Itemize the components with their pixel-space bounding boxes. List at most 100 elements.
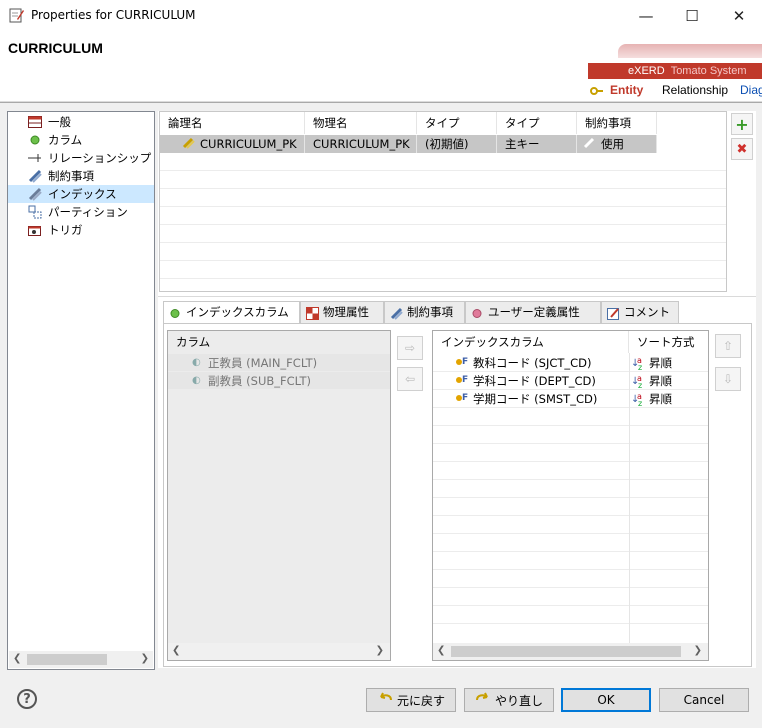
close-button[interactable]: ✕	[716, 0, 762, 32]
cell-type[interactable]: (初期値)	[417, 135, 497, 153]
column-name: 副教員 (SUB_FCLT)	[208, 374, 311, 388]
window-title: Properties for CURRICULUM	[31, 8, 196, 22]
table-row[interactable]: CURRICULUM_PK CURRICULUM_PK (初期値) 主キー 使用	[160, 135, 657, 153]
tree-item-columns[interactable]: カラム	[8, 131, 154, 149]
empty-row	[433, 534, 708, 552]
tab-user-defined-attributes[interactable]: ユーザー定義属性	[465, 301, 601, 323]
index-column-name: 教科コード (SJCT_CD)	[473, 356, 592, 370]
tree-item-index[interactable]: インデックス	[8, 185, 154, 203]
ok-button[interactable]: OK	[561, 688, 651, 712]
tree-item-constraints[interactable]: 制約事項	[8, 167, 154, 185]
list-item[interactable]: ◐ 副教員 (SUB_FCLT)	[168, 372, 390, 390]
header-index-column[interactable]: インデックスカラム	[433, 331, 629, 353]
tree-item-general[interactable]: 一般	[8, 113, 154, 131]
tree-item-trigger[interactable]: トリガ	[8, 221, 154, 239]
scroll-thumb[interactable]	[451, 646, 681, 657]
empty-row	[433, 588, 708, 606]
columns-horizontal-scrollbar[interactable]: ❮ ❯	[168, 643, 390, 660]
svg-text:F: F	[462, 357, 468, 367]
minimize-button[interactable]: —	[623, 0, 669, 32]
tree-item-label: トリガ	[48, 223, 83, 237]
index-column-name: 学科コード (DEPT_CD)	[473, 374, 596, 388]
empty-row	[168, 426, 390, 444]
empty-row	[433, 480, 708, 498]
move-down-button[interactable]: ⇩	[715, 367, 741, 391]
brand-name: eXERD	[628, 65, 665, 77]
scroll-right-icon[interactable]: ❯	[141, 653, 149, 664]
empty-row	[168, 606, 390, 624]
scroll-left-icon[interactable]: ❮	[437, 645, 445, 656]
scroll-thumb[interactable]	[27, 654, 107, 665]
exerd-banner: eXERD Tomato System Entity Relationship D…	[588, 44, 762, 102]
tab-index-columns[interactable]: インデックスカラム	[163, 301, 300, 324]
tree-item-relationship[interactable]: リレーションシップ	[8, 149, 154, 167]
scroll-right-icon[interactable]: ❯	[694, 645, 702, 656]
tab-constraints[interactable]: 制約事項	[384, 301, 465, 323]
move-up-button[interactable]: ⇧	[715, 334, 741, 358]
title-bar: Properties for CURRICULUM — ☐ ✕	[0, 0, 762, 32]
empty-row	[433, 606, 708, 624]
index-icon	[28, 187, 42, 201]
table-row[interactable]: F 教科コード (SJCT_CD) ↓ a z 昇順	[433, 354, 708, 372]
banner-tab-relationship[interactable]: Relationship	[662, 83, 728, 97]
header-constraint[interactable]: 制約事項	[577, 112, 657, 134]
column-key-icon: ◐	[192, 354, 204, 372]
table-row[interactable]: F 学期コード (SMST_CD) ↓ a z 昇順	[433, 390, 708, 408]
maximize-button[interactable]: ☐	[669, 0, 715, 32]
header-logical-name[interactable]: 論理名	[160, 112, 305, 134]
brand-subtitle: Tomato System	[670, 65, 747, 77]
header-type[interactable]: タイプ	[417, 112, 497, 134]
logical-name-text: CURRICULUM_PK	[200, 137, 297, 151]
scroll-right-icon[interactable]: ❯	[376, 645, 384, 656]
column-divider	[629, 353, 630, 643]
scroll-left-icon[interactable]: ❮	[172, 645, 180, 656]
help-icon[interactable]: ?	[17, 689, 37, 709]
empty-row	[160, 207, 726, 225]
tree-item-partition[interactable]: パーティション	[8, 203, 154, 221]
tree-item-label: インデックス	[48, 187, 117, 201]
tree-horizontal-scrollbar[interactable]: ❮ ❯	[9, 651, 153, 668]
banner-tab-entity[interactable]: Entity	[610, 83, 643, 97]
sash-divider[interactable]	[158, 296, 756, 297]
empty-row	[433, 516, 708, 534]
add-index-button[interactable]: +	[731, 113, 753, 135]
index-column-name: 学期コード (SMST_CD)	[473, 392, 598, 406]
tab-physical-attributes[interactable]: 物理属性	[300, 301, 384, 323]
empty-row	[168, 462, 390, 480]
undo-label: 元に戻す	[396, 693, 445, 708]
empty-row	[168, 534, 390, 552]
move-right-button[interactable]: ⇨	[397, 336, 423, 360]
cell-constraint[interactable]: 使用	[577, 135, 657, 153]
empty-row	[433, 570, 708, 588]
empty-row	[168, 390, 390, 408]
sort-order-text: 昇順	[649, 392, 672, 406]
empty-row	[168, 480, 390, 498]
index-columns-horizontal-scrollbar[interactable]: ❮ ❯	[433, 643, 708, 660]
scroll-left-icon[interactable]: ❮	[13, 653, 21, 664]
tab-label: 物理属性	[323, 305, 369, 319]
table-icon	[28, 115, 42, 129]
banner-tab-diagram[interactable]: Diag	[740, 83, 762, 97]
columns-header[interactable]: カラム	[168, 331, 390, 353]
header-physical-name[interactable]: 物理名	[305, 112, 417, 134]
remove-index-button[interactable]: ✖	[731, 138, 753, 160]
cell-logical-name[interactable]: CURRICULUM_PK	[160, 135, 305, 153]
undo-button[interactable]: 元に戻す	[366, 688, 456, 712]
index-icon	[182, 136, 196, 154]
table-row[interactable]: F 学科コード (DEPT_CD) ↓ a z 昇順	[433, 372, 708, 390]
entity-title: CURRICULUM	[8, 40, 103, 56]
header-sort-order[interactable]: ソート方式	[629, 331, 708, 353]
index-table: 論理名 物理名 タイプ タイプ 制約事項 CURRICULUM_PK CURRI…	[159, 111, 727, 292]
header-type-2[interactable]: タイプ	[497, 112, 577, 134]
move-left-button[interactable]: ⇦	[397, 367, 423, 391]
cell-type-2[interactable]: 主キー	[497, 135, 577, 153]
banner-decoration	[618, 44, 762, 58]
list-item[interactable]: ◐ 正教員 (MAIN_FCLT)	[168, 354, 390, 372]
redo-button[interactable]: やり直し	[464, 688, 554, 712]
redo-label: やり直し	[494, 693, 543, 708]
cancel-button[interactable]: Cancel	[659, 688, 749, 712]
tab-comment[interactable]: コメント	[601, 301, 679, 323]
cell-physical-name[interactable]: CURRICULUM_PK	[305, 135, 417, 153]
dialog-footer: ? 元に戻す やり直し OK Cancel	[0, 672, 762, 728]
link-icon	[583, 136, 597, 154]
